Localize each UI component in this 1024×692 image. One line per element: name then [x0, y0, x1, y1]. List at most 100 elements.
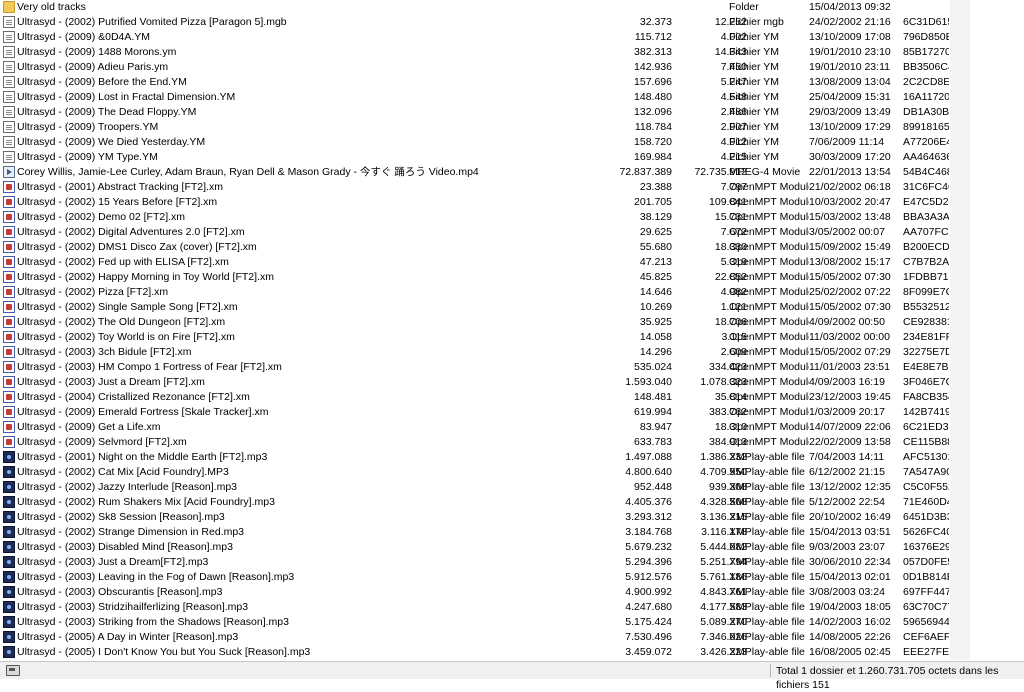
file-date: 19/01/2010 23:11 — [809, 61, 890, 73]
file-row[interactable]: Very old tracks Folder 15/04/2013 09:32 — [0, 0, 1024, 15]
file-row[interactable]: Ultrasyd - (2002) DMS1 Disco Zax (cover)… — [0, 240, 1024, 255]
file-type: OpenMPT Module — [729, 271, 809, 283]
column-spacer — [950, 630, 970, 645]
file-row[interactable]: Ultrasyd - (2002) Cat Mix [Acid Foundry]… — [0, 465, 1024, 480]
xmp-icon — [3, 556, 15, 568]
file-row[interactable]: Ultrasyd - (2002) Happy Morning in Toy W… — [0, 270, 1024, 285]
file-row[interactable]: Ultrasyd - (2003) Obscurantis [Reason].m… — [0, 585, 1024, 600]
file-row[interactable]: Ultrasyd - (2003) Striking from the Shad… — [0, 615, 1024, 630]
file-list[interactable]: Very old tracks Folder 15/04/2013 09:32 Ult… — [0, 0, 1024, 660]
file-row[interactable]: Ultrasyd - (2009) Selvmord [FT2].xm 633.7… — [0, 435, 1024, 450]
file-row[interactable]: Ultrasyd - (2009) Lost in Fractal Dimens… — [0, 90, 1024, 105]
file-size: 55.680 — [639, 241, 672, 253]
file-size: 5.912.576 — [625, 571, 672, 583]
column-spacer — [950, 90, 970, 105]
file-date: 19/04/2003 18:05 — [809, 601, 891, 613]
folder-icon — [3, 1, 15, 13]
file-name: Ultrasyd - (2003) 3ch Bidule [FT2].xm — [17, 346, 192, 358]
file-row[interactable]: Ultrasyd - (2003) Just a Dream [FT2].xm 1… — [0, 375, 1024, 390]
file-row[interactable]: Ultrasyd - (2003) Leaving in the Fog of … — [0, 570, 1024, 585]
file-type: XMPlay-able file — [729, 586, 805, 598]
file-name: Ultrasyd - (2009) Adieu Paris.ym — [17, 61, 169, 73]
file-row[interactable]: Ultrasyd - (2009) Emerald Fortress [Skal… — [0, 405, 1024, 420]
file-row[interactable]: Ultrasyd - (2002) Putrified Vomited Pizz… — [0, 15, 1024, 30]
file-row[interactable]: Ultrasyd - (2009) 1488 Morons.ym 382.313 1… — [0, 45, 1024, 60]
file-crc: 59656944 — [903, 616, 949, 628]
file-date: 15/04/2013 02:01 — [809, 571, 891, 583]
xmp-icon — [3, 496, 15, 508]
column-spacer — [950, 180, 970, 195]
file-row[interactable]: Ultrasyd - (2003) 3ch Bidule [FT2].xm 14.… — [0, 345, 1024, 360]
file-type: OpenMPT Module — [729, 181, 809, 193]
file-date: 4/09/2003 16:19 — [809, 376, 885, 388]
file-name: Ultrasyd - (2003) Obscurantis [Reason].m… — [17, 586, 223, 598]
file-row[interactable]: Ultrasyd - (2002) Rum Shakers Mix [Acid … — [0, 495, 1024, 510]
file-size: 118.784 — [634, 121, 672, 133]
file-row[interactable]: Ultrasyd - (2002) Pizza [FT2].xm 14.646 4.… — [0, 285, 1024, 300]
file-crc: 697FF447 — [903, 586, 949, 598]
file-type: Fichier YM — [729, 151, 779, 163]
xmp-icon — [3, 451, 15, 463]
column-spacer — [950, 480, 970, 495]
file-row[interactable]: Ultrasyd - (2003) Stridzihailferlizing [… — [0, 600, 1024, 615]
file-crc: 0D1B814E — [903, 571, 949, 583]
file-row[interactable]: Ultrasyd - (2002) The Old Dungeon [FT2].… — [0, 315, 1024, 330]
file-row[interactable]: Ultrasyd - (2002) Demo 02 [FT2].xm 38.129… — [0, 210, 1024, 225]
file-row[interactable]: Ultrasyd - (2009) Get a Life.xm 83.947 18.… — [0, 420, 1024, 435]
file-name: Ultrasyd - (2002) Pizza [FT2].xm — [17, 286, 169, 298]
xmp-icon — [3, 511, 15, 523]
xmp-icon — [3, 481, 15, 493]
file-name: Ultrasyd - (2009) Get a Life.xm — [17, 421, 161, 433]
column-spacer — [950, 495, 970, 510]
file-row[interactable]: Corey Willis, Jamie-Lee Curley, Adam Bra… — [0, 165, 1024, 180]
mpt-icon — [3, 301, 15, 313]
file-row[interactable]: Ultrasyd - (2009) &0D4A.YM 115.712 4.002 Fi… — [0, 30, 1024, 45]
file-row[interactable]: Ultrasyd - (2009) The Dead Floppy.YM 132.… — [0, 105, 1024, 120]
file-row[interactable]: Ultrasyd - (2009) Adieu Paris.ym 142.936 7… — [0, 60, 1024, 75]
file-name: Ultrasyd - (2002) Fed up with ELISA [FT2… — [17, 256, 229, 268]
column-spacer — [950, 195, 970, 210]
file-type: MPEG-4 Movie — [729, 166, 801, 178]
column-spacer — [950, 585, 970, 600]
file-row[interactable]: Ultrasyd - (2002) Fed up with ELISA [FT2… — [0, 255, 1024, 270]
column-spacer — [950, 450, 970, 465]
column-spacer — [950, 45, 970, 60]
file-row[interactable]: Ultrasyd - (2002) Toy World is on Fire [… — [0, 330, 1024, 345]
file-row[interactable]: Ultrasyd - (2002) Digital Adventures 2.0… — [0, 225, 1024, 240]
file-name: Ultrasyd - (2002) Strange Dimension in R… — [17, 526, 245, 538]
file-row[interactable]: Ultrasyd - (2001) Night on the Middle Ea… — [0, 450, 1024, 465]
file-row[interactable]: Ultrasyd - (2003) Just a Dream[FT2].mp3 5… — [0, 555, 1024, 570]
file-name: Ultrasyd - (2009) Before the End.YM — [17, 76, 187, 88]
file-row[interactable]: Ultrasyd - (2009) Troopers.YM 118.784 2.90… — [0, 120, 1024, 135]
file-type: XMPlay-able file — [729, 601, 805, 613]
file-row[interactable]: Ultrasyd - (2005) A Day in Winter [Reaso… — [0, 630, 1024, 645]
mpt-icon — [3, 256, 15, 268]
file-date: 11/01/2003 23:51 — [809, 361, 890, 373]
file-row[interactable]: Ultrasyd - (2009) Before the End.YM 157.6… — [0, 75, 1024, 90]
file-date: 5/12/2002 22:54 — [809, 496, 885, 508]
file-type: OpenMPT Module — [729, 256, 809, 268]
file-size: 14.646 — [639, 286, 672, 298]
file-row[interactable]: Ultrasyd - (2002) 15 Years Before [FT2].… — [0, 195, 1024, 210]
mpt-icon — [3, 271, 15, 283]
file-crc: 6C21ED3D — [903, 421, 949, 433]
file-row[interactable]: Ultrasyd - (2009) YM Type.YM 169.984 4.215… — [0, 150, 1024, 165]
file-row[interactable]: Ultrasyd - (2002) Jazzy Interlude [Reaso… — [0, 480, 1024, 495]
file-date: 24/02/2002 21:16 — [809, 16, 891, 28]
file-size: 115.712 — [634, 31, 672, 43]
file-crc: 2C2CD8E9 — [903, 76, 949, 88]
file-row[interactable]: Ultrasyd - (2004) Cristallized Rezonance… — [0, 390, 1024, 405]
file-row[interactable]: Ultrasyd - (2003) Disabled Mind [Reason]… — [0, 540, 1024, 555]
file-row[interactable]: Ultrasyd - (2002) Sk8 Session [Reason].m… — [0, 510, 1024, 525]
file-date: 14/02/2003 16:02 — [809, 616, 891, 628]
file-type: Fichier YM — [729, 31, 779, 43]
file-row[interactable]: Ultrasyd - (2001) Abstract Tracking [FT2… — [0, 180, 1024, 195]
mpt-icon — [3, 241, 15, 253]
file-date: 4/09/2002 00:50 — [809, 316, 885, 328]
file-row[interactable]: Ultrasyd - (2002) Strange Dimension in R… — [0, 525, 1024, 540]
file-crc: B5532512 — [903, 301, 949, 313]
file-row[interactable]: Ultrasyd - (2009) We Died Yesterday.YM 15… — [0, 135, 1024, 150]
file-row[interactable]: Ultrasyd - (2002) Single Sample Song [FT… — [0, 300, 1024, 315]
file-row[interactable]: Ultrasyd - (2005) I Don't Know You but Y… — [0, 645, 1024, 660]
file-row[interactable]: Ultrasyd - (2003) HM Compo 1 Fortress of… — [0, 360, 1024, 375]
